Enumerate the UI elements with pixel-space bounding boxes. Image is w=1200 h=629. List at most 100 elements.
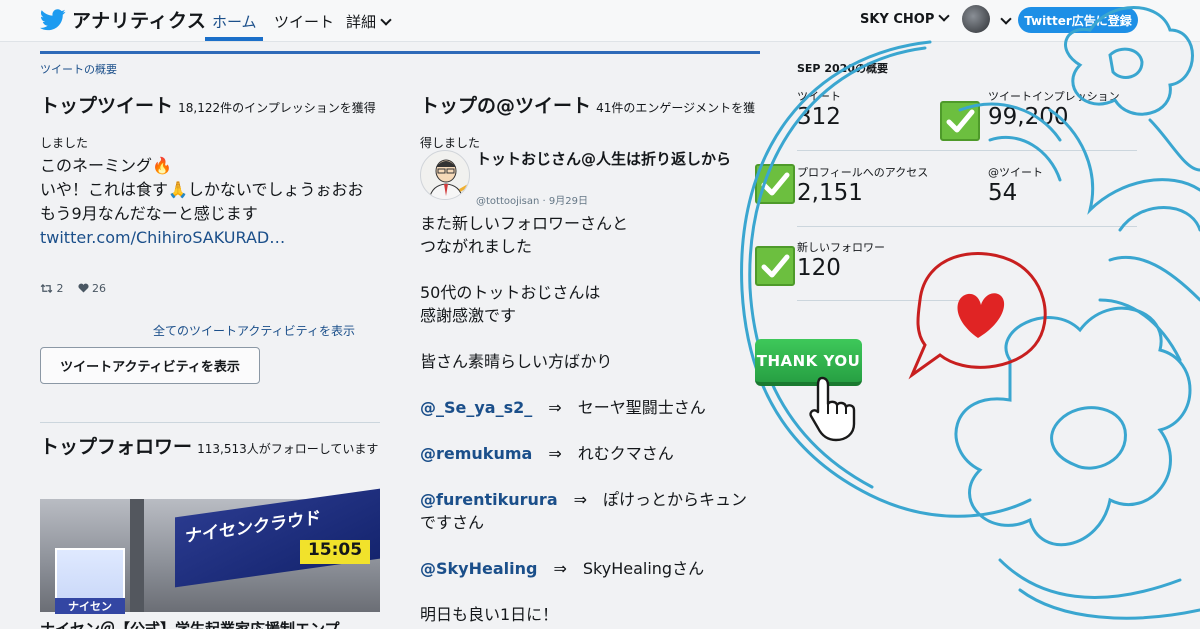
banner-pole <box>130 499 144 612</box>
mention-meta: @tottoojisan · 9月29日 <box>476 196 588 207</box>
mention-line-text: 皆さん素晴らしい方ばかり <box>420 352 613 371</box>
metric-tweets: ツイート 312 <box>797 88 841 130</box>
tab-more[interactable]: 詳細 <box>346 11 392 32</box>
metric-label: 新しいフォロワー <box>797 241 885 254</box>
mention-line-text: ですさん <box>420 513 485 532</box>
top-tweet-title: トップツイート <box>40 95 174 117</box>
top-mention-title: トップの@ツイート <box>420 95 592 117</box>
metric-value: 120 <box>797 255 841 281</box>
view-tweet-activity-button[interactable]: ツイートアクティビティを表示 <box>40 347 260 384</box>
mention-line: @_Se_ya_s2_ ⇒ セーヤ聖闘士さん <box>420 396 765 419</box>
metric-mentions: @ツイート 54 <box>988 164 1043 206</box>
top-follower-subtitle: 113,513人がフォローしています <box>197 442 379 456</box>
tab-tweets[interactable]: ツイート <box>274 11 334 32</box>
top-tweet-header: トップツイート 18,122件のインプレッションを獲得しました <box>40 89 385 160</box>
metric-value: 99,200 <box>988 104 1069 130</box>
avatar[interactable] <box>962 5 990 33</box>
section-divider <box>40 51 760 54</box>
mention-line <box>420 465 765 488</box>
top-follower-title: トップフォロワー <box>40 436 193 458</box>
mention-handle[interactable]: @tottoojisan <box>476 196 539 207</box>
mentioned-handle-link[interactable]: @_Se_ya_s2_ <box>420 398 532 417</box>
mention-line-text: ⇒ ぽけっとからキュン <box>573 490 748 509</box>
mention-avatar[interactable] <box>420 150 470 200</box>
chevron-down-icon <box>1000 13 1012 25</box>
tweet-line: いや！これは食す🙏しかないでしょうぉおお <box>40 180 364 199</box>
chevron-down-icon <box>938 10 951 22</box>
follower-avatar-label: ナイセン <box>55 598 125 614</box>
retweet-stat: 2 <box>40 282 64 295</box>
top-tweet-text: このネーミング🔥 いや！これは食す🙏しかないでしょうぉおお もう9月なんだなーと… <box>40 154 385 250</box>
period-summary-title: SEP 2020の概要 <box>797 62 888 75</box>
mention-line: 感謝感激です <box>420 304 765 327</box>
mention-line: 50代のトットおじさんは <box>420 281 765 304</box>
pointer-hand-icon <box>809 376 856 442</box>
twitter-bird-icon <box>40 8 66 30</box>
mention-line <box>420 373 765 396</box>
account-switcher[interactable]: SKY CHOP <box>860 10 951 27</box>
account-name: SKY CHOP <box>860 12 935 27</box>
heart-icon <box>77 283 89 293</box>
tweet-line: このネーミング🔥 <box>40 156 172 175</box>
tab-home[interactable]: ホーム <box>212 11 257 32</box>
banner-clock: 15:05 <box>300 540 370 564</box>
mention-line: @SkyHealing ⇒ SkyHealingさん <box>420 557 765 580</box>
mention-line <box>420 580 765 603</box>
top-follower-header: トップフォロワー 113,513人がフォローしています <box>40 430 385 466</box>
top-nav: アナリティクス ホーム ツイート 詳細 SKY CHOP Twitter広告に登… <box>0 0 1200 42</box>
mention-line: 皆さん素晴らしい方ばかり <box>420 350 765 373</box>
mention-line-text: つながれました <box>420 237 533 256</box>
divider <box>797 226 1137 227</box>
tab-more-label: 詳細 <box>346 13 377 31</box>
tweet-link[interactable]: twitter.com/ChihiroSAKURAD… <box>40 226 385 250</box>
person-illustration-icon <box>428 159 469 199</box>
metric-value: 2,151 <box>797 180 863 206</box>
avatar-menu[interactable] <box>996 11 1012 30</box>
metric-label: ツイート <box>797 90 841 103</box>
analytics-logo[interactable]: アナリティクス <box>40 6 206 33</box>
mention-line <box>420 419 765 442</box>
mentioned-handle-link[interactable]: @remukuma <box>420 444 532 463</box>
divider <box>797 300 977 301</box>
follower-name[interactable]: ナイセン＠【公式】学生起業家応援制エンプ <box>40 618 385 629</box>
metric-new-followers: 新しいフォロワー 120 <box>797 239 885 281</box>
mentioned-handle-link[interactable]: @SkyHealing <box>420 559 537 578</box>
mention-line-text: 50代のトットおじさんは <box>420 283 601 302</box>
tweet-line: もう9月なんだなーと感じます <box>40 204 258 223</box>
section-label: ツイートの概要 <box>40 63 117 76</box>
chevron-down-icon <box>380 14 392 26</box>
like-stat: 26 <box>77 282 106 295</box>
divider <box>797 150 1137 151</box>
mention-line <box>420 534 765 557</box>
mention-line-text: ⇒ れむクマさん <box>548 444 674 463</box>
metric-label: ツイートインプレッション <box>988 90 1120 103</box>
metric-label: @ツイート <box>988 166 1043 179</box>
retweet-count: 2 <box>56 282 64 295</box>
like-count: 26 <box>92 282 106 295</box>
twitter-ads-signup-button[interactable]: Twitter広告に登録 <box>1018 7 1138 33</box>
mention-line-text: ⇒ セーヤ聖闘士さん <box>548 398 706 417</box>
metric-impressions: ツイートインプレッション 99,200 <box>988 88 1120 130</box>
all-tweet-activity-link[interactable]: 全てのツイートアクティビティを表示 <box>153 322 355 339</box>
mentioned-handle-link[interactable]: @furentikurura <box>420 490 558 509</box>
metric-value: 312 <box>797 104 841 130</box>
mention-date: 9月29日 <box>548 196 588 207</box>
retweet-icon <box>40 284 53 293</box>
mention-text: また新しいフォロワーさんと つながれました 50代のトットおじさんは 感謝感激です皆さ… <box>420 212 765 626</box>
mention-line-text: また新しいフォロワーさんと <box>420 214 629 233</box>
mention-author-name[interactable]: トットおじさん@人生は折り返しから <box>476 150 766 168</box>
mention-line: また新しいフォロワーさんと <box>420 212 765 235</box>
mention-line: 明日も良い1日に！ <box>420 603 765 626</box>
logo-text: アナリティクス <box>72 10 207 32</box>
metric-profile-visits: プロフィールへのアクセス 2,151 <box>797 164 928 206</box>
mention-line <box>420 327 765 350</box>
mention-line: ですさん <box>420 511 765 534</box>
mention-line-text: 感謝感激です <box>420 306 517 325</box>
mention-line-text: ⇒ SkyHealingさん <box>553 559 705 578</box>
mention-line <box>420 258 765 281</box>
mention-line: @furentikurura ⇒ ぽけっとからキュン <box>420 488 765 511</box>
mention-line-text: 明日も良い1日に！ <box>420 605 559 624</box>
divider <box>40 422 380 423</box>
checkmark-icon <box>755 164 795 204</box>
checkmark-icon <box>940 101 980 141</box>
